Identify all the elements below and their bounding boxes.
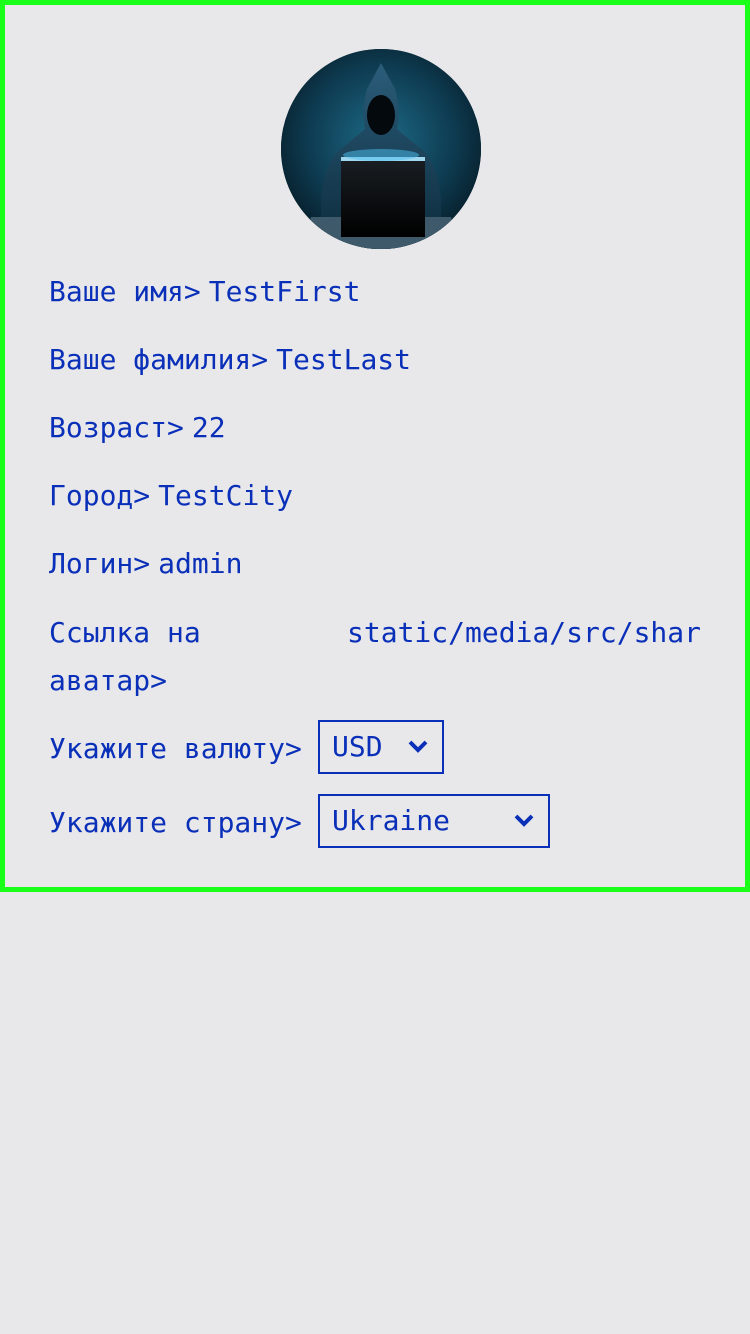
- city-label: Город>: [49, 479, 151, 512]
- country-label: Укажите страну>: [49, 806, 302, 839]
- currency-select[interactable]: USD: [318, 720, 444, 774]
- last-name-row: Ваше фамилия> TestLast: [49, 336, 411, 384]
- country-select[interactable]: Ukraine: [318, 794, 550, 848]
- city-value: TestCity: [158, 479, 294, 512]
- currency-row: Укажите валюту>: [49, 725, 302, 773]
- avatar: [281, 49, 481, 249]
- country-selected-value: Ukraine: [332, 804, 451, 837]
- profile-panel: Ваше имя> TestFirst Ваше фамилия> TestLast…: [0, 0, 750, 892]
- avatar-link-label: Ссылка на аватар>: [49, 616, 201, 697]
- avatar-link-value: static/media/src/shar: [347, 616, 702, 649]
- avatar-link-row: Ссылка на аватар> static/media/src/shar: [49, 609, 719, 705]
- login-row: Логин> admin: [49, 540, 242, 588]
- currency-label: Укажите валюту>: [49, 732, 302, 765]
- first-name-row: Ваше имя> TestFirst: [49, 268, 360, 316]
- first-name-value: TestFirst: [208, 275, 361, 308]
- age-value: 22: [191, 411, 226, 444]
- age-row: Возраст> 22: [49, 404, 226, 452]
- last-name-value: TestLast: [276, 343, 412, 376]
- login-value: admin: [158, 547, 243, 580]
- chevron-down-icon: [514, 796, 538, 846]
- hooded-hacker-avatar-icon: [281, 49, 481, 249]
- city-row: Город> TestCity: [49, 472, 293, 520]
- login-label: Логин>: [49, 547, 151, 580]
- chevron-down-icon: [408, 722, 432, 772]
- currency-selected-value: USD: [332, 730, 383, 763]
- last-name-label: Ваше фамилия>: [49, 343, 269, 376]
- first-name-label: Ваше имя>: [49, 275, 201, 308]
- country-row: Укажите страну>: [49, 799, 302, 847]
- age-label: Возраст>: [49, 411, 184, 444]
